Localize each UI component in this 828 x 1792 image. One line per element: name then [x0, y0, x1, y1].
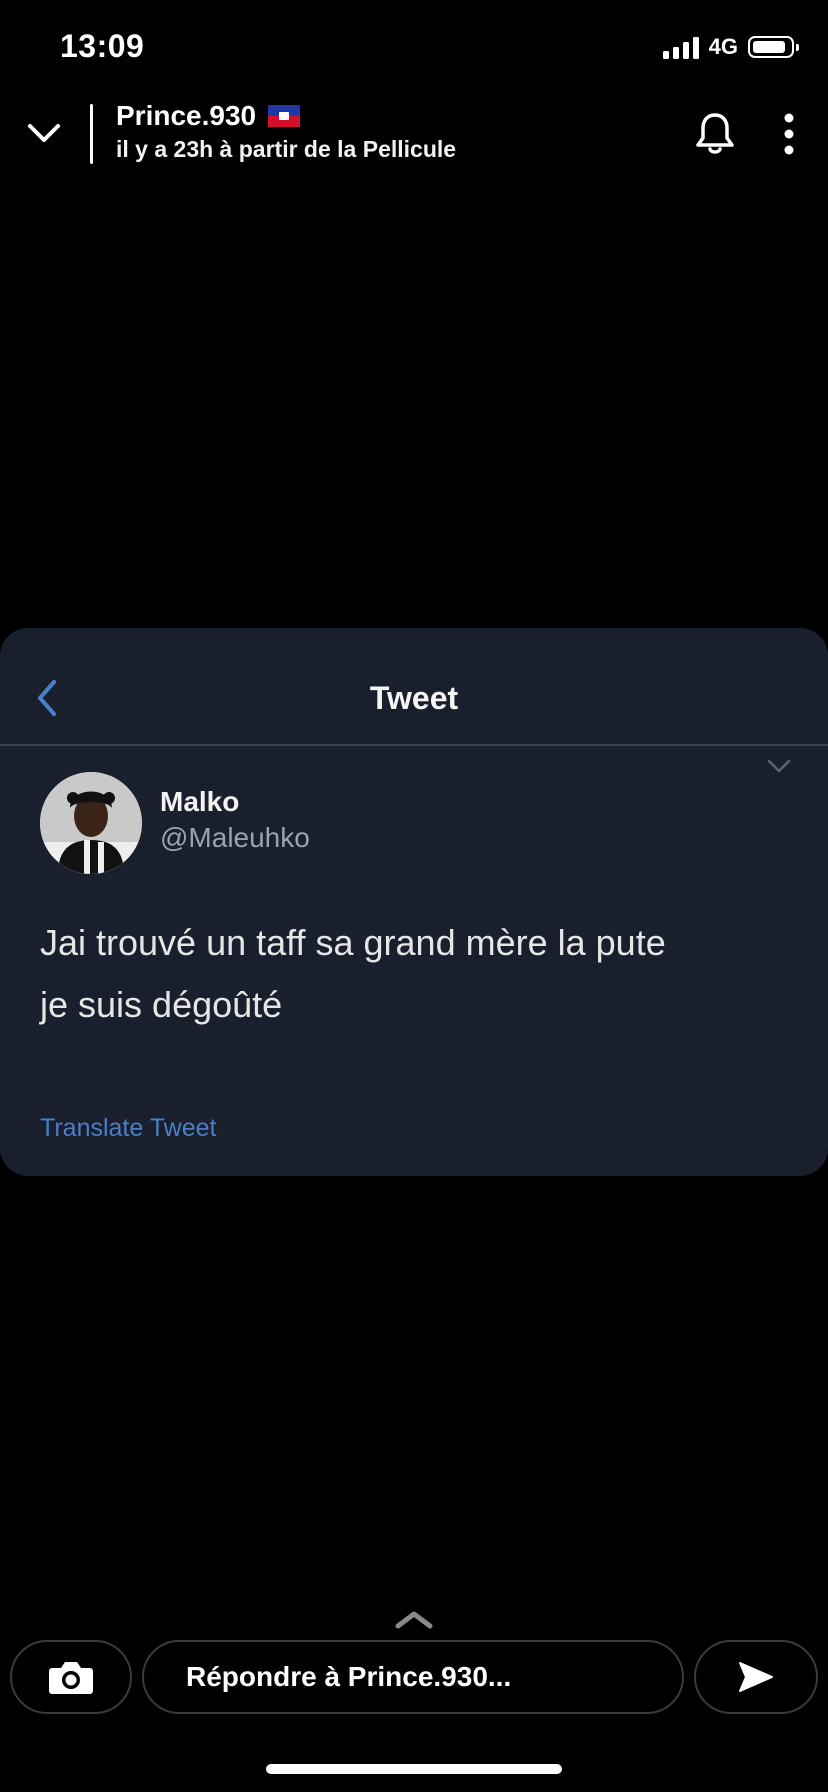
avatar — [40, 772, 142, 874]
bell-icon[interactable] — [694, 110, 736, 156]
tweet-author-name: Malko — [160, 786, 240, 817]
network-type: 4G — [708, 34, 738, 59]
tweet-title: Tweet — [369, 680, 459, 716]
reply-placeholder: Répondre à Prince.930... — [186, 1661, 512, 1692]
sender-name[interactable]: Prince.930 — [116, 100, 301, 132]
divider — [0, 744, 828, 746]
send-icon — [739, 1662, 773, 1692]
status-time: 13:09 — [60, 28, 145, 64]
snap-subtitle: il y a 23h à partir de la Pellicule — [116, 136, 457, 162]
camera-button[interactable] — [10, 1640, 132, 1714]
snap-viewer: 13:09 4G Prince.930 il y a 23h à partir … — [0, 0, 828, 1792]
more-options-icon[interactable] — [780, 112, 798, 156]
tweet-author-handle: @Maleuhko — [160, 822, 310, 853]
header-divider — [90, 104, 93, 164]
chevron-down-icon — [767, 759, 791, 773]
chevron-down-icon[interactable] — [24, 118, 64, 150]
home-indicator[interactable] — [266, 1764, 562, 1774]
reply-input[interactable]: Répondre à Prince.930... — [142, 1640, 684, 1714]
battery-icon — [748, 36, 799, 58]
chevron-up-icon[interactable] — [394, 1608, 434, 1630]
send-button[interactable] — [694, 1640, 818, 1714]
translate-tweet-link: Translate Tweet — [40, 1114, 217, 1142]
tweet-text: Jai trouvé un taff sa grand mère la pute… — [40, 922, 666, 1025]
tweet-screenshot: Tweet Malko @Maleuhko Jai trouvé un taff… — [0, 628, 828, 1176]
status-indicators: 4G — [662, 34, 799, 60]
haiti-flag-icon — [268, 105, 301, 127]
camera-icon — [49, 1662, 93, 1694]
sender-username: Prince.930 — [116, 100, 257, 131]
signal-icon — [662, 35, 699, 59]
